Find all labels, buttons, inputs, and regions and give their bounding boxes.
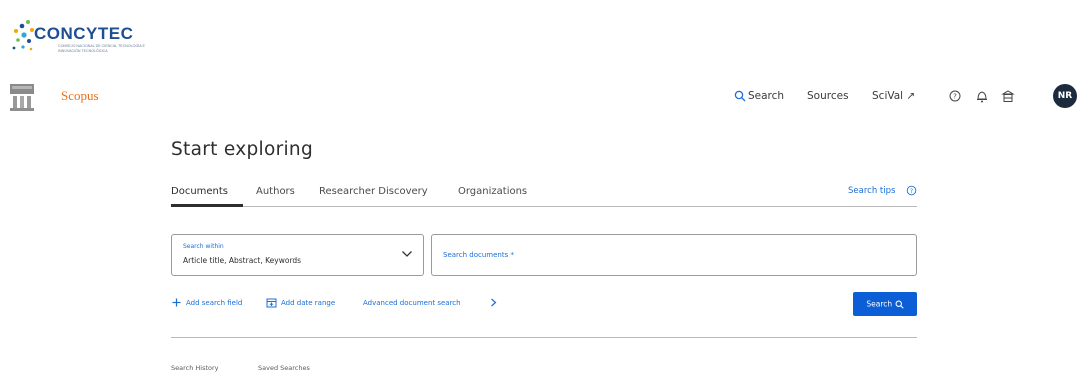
search-within-select[interactable] (171, 234, 424, 276)
scopus-logo-icon[interactable] (8, 82, 36, 112)
tab-researcher-discovery[interactable]: Researcher Discovery (319, 186, 428, 197)
tab-saved-searches[interactable]: Saved Searches (258, 364, 310, 372)
chevron-right-icon[interactable] (488, 297, 499, 308)
plus-icon[interactable] (171, 297, 182, 308)
nav-search-link[interactable]: Search (748, 90, 784, 102)
page-title: Start exploring (171, 139, 313, 160)
search-tips-link[interactable]: Search tips (848, 186, 895, 196)
institution-subtitle: CONSEJO NACIONAL DE CIENCIA, TECNOLOGÍA … (58, 44, 145, 53)
calendar-icon[interactable] (266, 297, 277, 308)
advanced-search-link[interactable]: Advanced document search (363, 299, 461, 307)
nav-scival-link[interactable]: SciVal ↗ (872, 90, 915, 102)
tabs-divider (171, 206, 917, 207)
search-within-label: Search within (183, 243, 224, 250)
svg-text:?: ? (910, 188, 913, 195)
search-within-value: Article title, Abstract, Keywords (183, 256, 302, 265)
tab-authors[interactable]: Authors (256, 186, 295, 197)
nav-sources-link[interactable]: Sources (807, 90, 849, 102)
tab-search-history[interactable]: Search History (171, 364, 219, 372)
chevron-down-icon[interactable] (401, 250, 413, 258)
svg-text:?: ? (953, 93, 957, 101)
bell-icon[interactable] (975, 88, 989, 104)
library-icon[interactable] (1001, 88, 1015, 104)
tab-documents[interactable]: Documents (171, 186, 228, 197)
help-circle-icon[interactable]: ? (906, 185, 917, 196)
active-tab-indicator (171, 204, 243, 207)
institution-name: CONCYTEC (34, 24, 134, 43)
search-button-label: Search (866, 299, 893, 309)
user-avatar[interactable]: NR (1053, 84, 1077, 108)
tab-organizations[interactable]: Organizations (458, 186, 527, 197)
help-icon[interactable]: ? (948, 88, 962, 104)
search-documents-placeholder: Search documents * (443, 251, 514, 259)
search-icon (895, 300, 904, 309)
search-button[interactable]: Search (853, 292, 917, 316)
add-search-field-link[interactable]: Add search field (186, 299, 242, 307)
search-icon[interactable] (734, 90, 746, 102)
scopus-brand[interactable]: Scopus (61, 88, 99, 104)
add-date-range-link[interactable]: Add date range (281, 299, 335, 307)
section-divider (171, 337, 917, 338)
